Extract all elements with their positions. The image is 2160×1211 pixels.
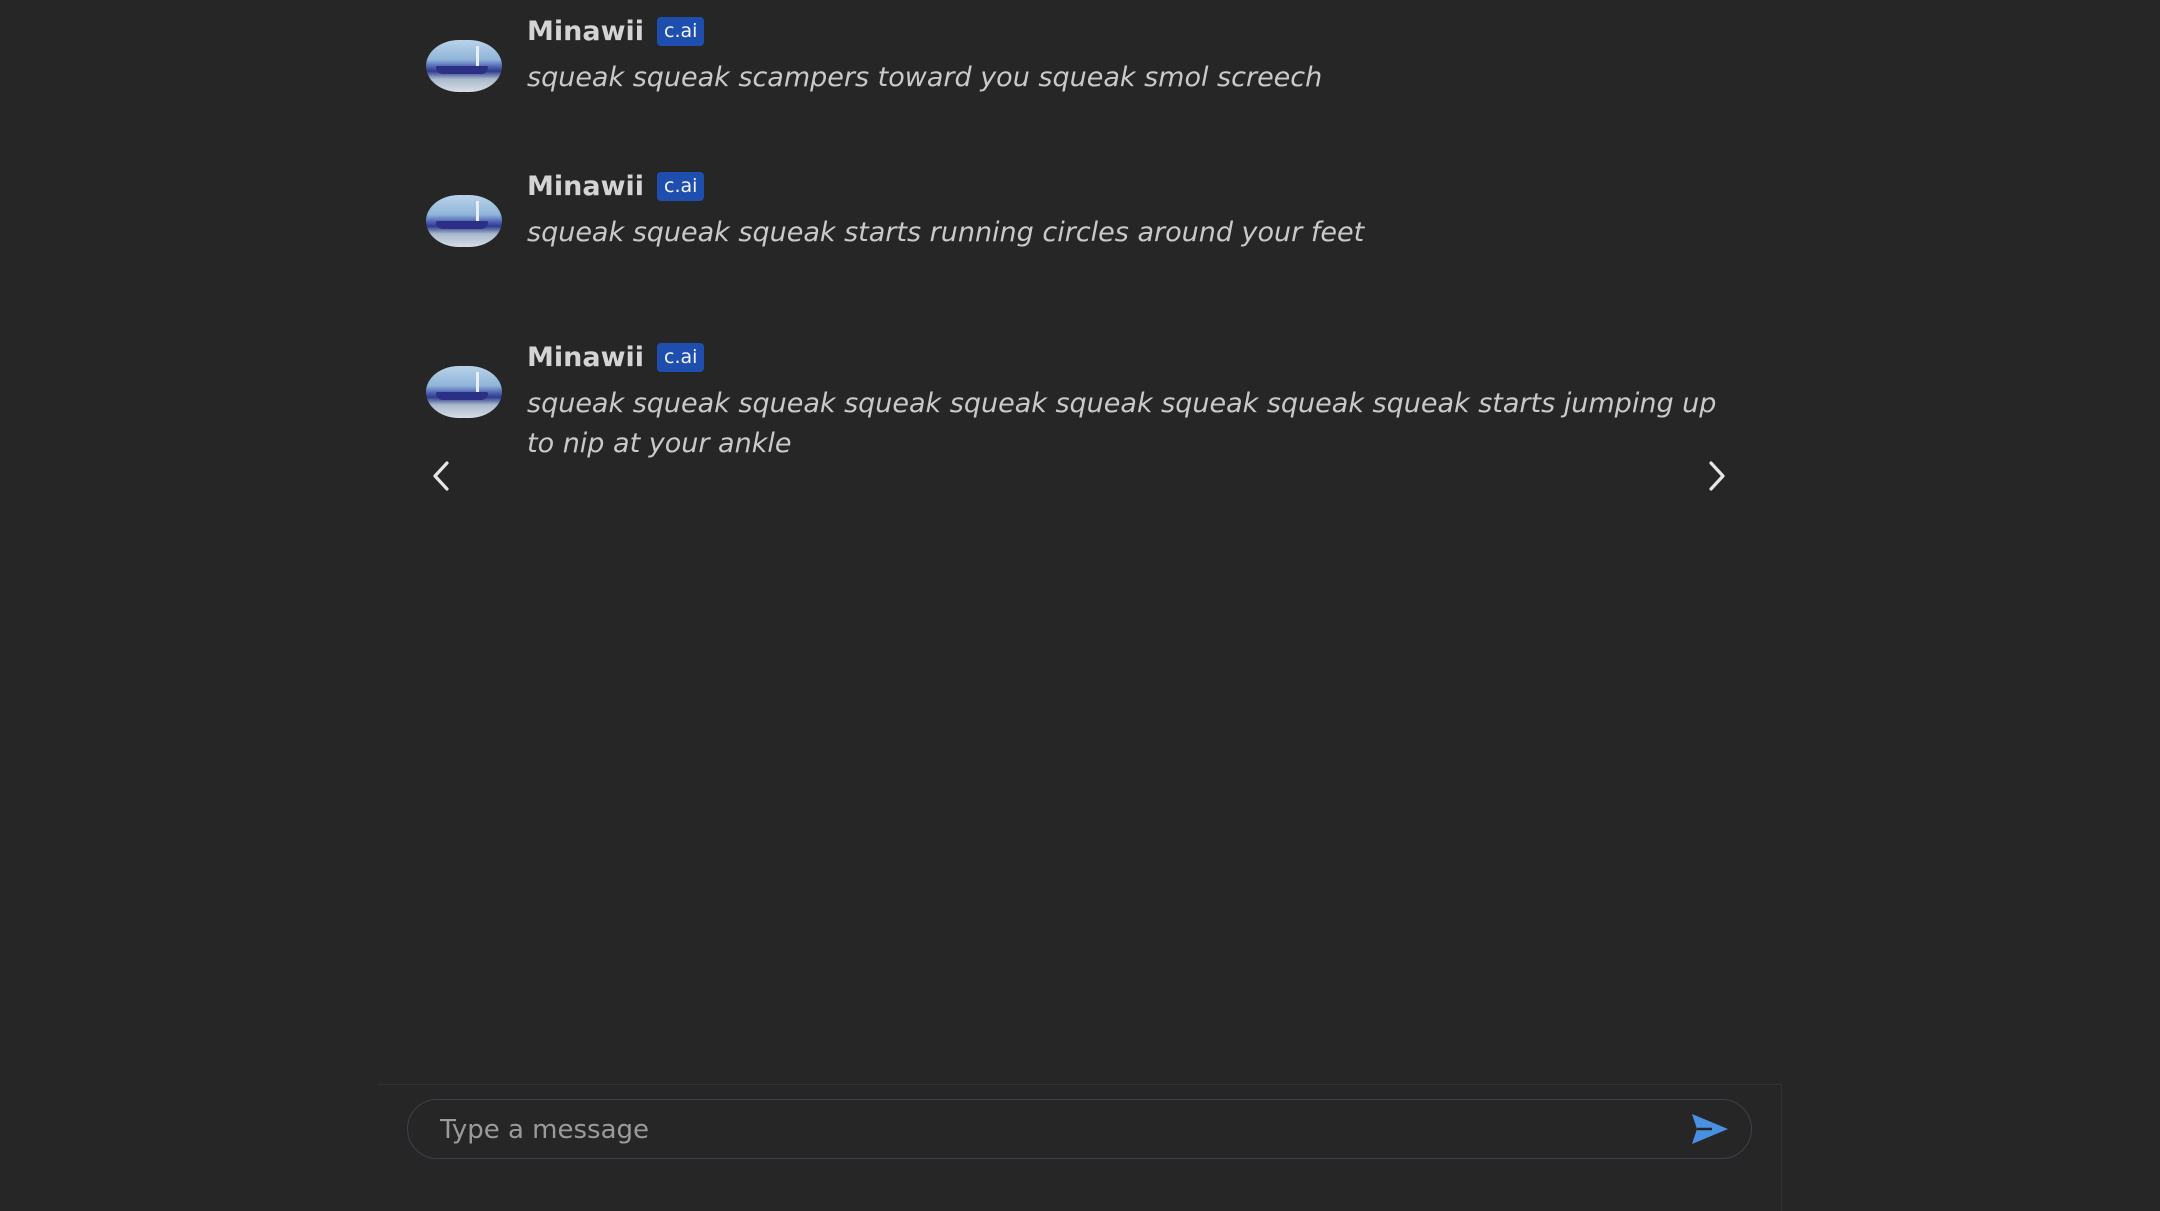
cai-badge: c.ai [657, 342, 705, 372]
sender-name[interactable]: Minawii [527, 171, 644, 202]
avatar-boat [436, 392, 488, 400]
message-body: Minawii c.ai squeak squeak squeak squeak… [527, 340, 1746, 464]
cai-badge: c.ai [657, 171, 705, 201]
message-text: squeak squeak scampers toward you squeak… [527, 62, 1323, 93]
message-body: Minawii c.ai squeak squeak squeak starts… [527, 169, 1746, 253]
avatar-mast [476, 201, 479, 223]
send-button[interactable] [1689, 1110, 1731, 1148]
message-composer [407, 1099, 1752, 1159]
composer-divider [378, 1084, 1781, 1085]
swipe-prev-button[interactable] [424, 458, 460, 494]
chat-app: Minawii c.ai squeak squeak scampers towa… [0, 0, 2160, 1211]
chevron-right-icon [1709, 461, 1725, 491]
avatar-mast [476, 46, 479, 68]
send-icon [1692, 1114, 1728, 1144]
sender-name[interactable]: Minawii [527, 16, 644, 47]
column-edge [1781, 1084, 1782, 1211]
avatar-boat [436, 66, 488, 74]
message-header: Minawii c.ai [527, 340, 1746, 374]
swipe-next-button[interactable] [1698, 458, 1734, 494]
message-text: squeak squeak squeak starts running circ… [527, 217, 1365, 248]
message-input[interactable] [438, 1108, 1662, 1152]
avatar-mast [476, 372, 479, 394]
message-text: squeak squeak squeak squeak squeak squea… [527, 388, 1717, 459]
character-avatar[interactable] [426, 40, 502, 92]
message-header: Minawii c.ai [527, 169, 1746, 203]
sender-name[interactable]: Minawii [527, 342, 644, 373]
character-avatar[interactable] [426, 366, 502, 418]
message-body: Minawii c.ai squeak squeak scampers towa… [527, 14, 1746, 98]
message-header: Minawii c.ai [527, 14, 1746, 48]
chat-column: Minawii c.ai squeak squeak scampers towa… [378, 0, 1781, 1211]
avatar-boat [436, 221, 488, 229]
chevron-left-icon [433, 461, 449, 491]
cai-badge: c.ai [657, 16, 705, 46]
character-avatar[interactable] [426, 195, 502, 247]
